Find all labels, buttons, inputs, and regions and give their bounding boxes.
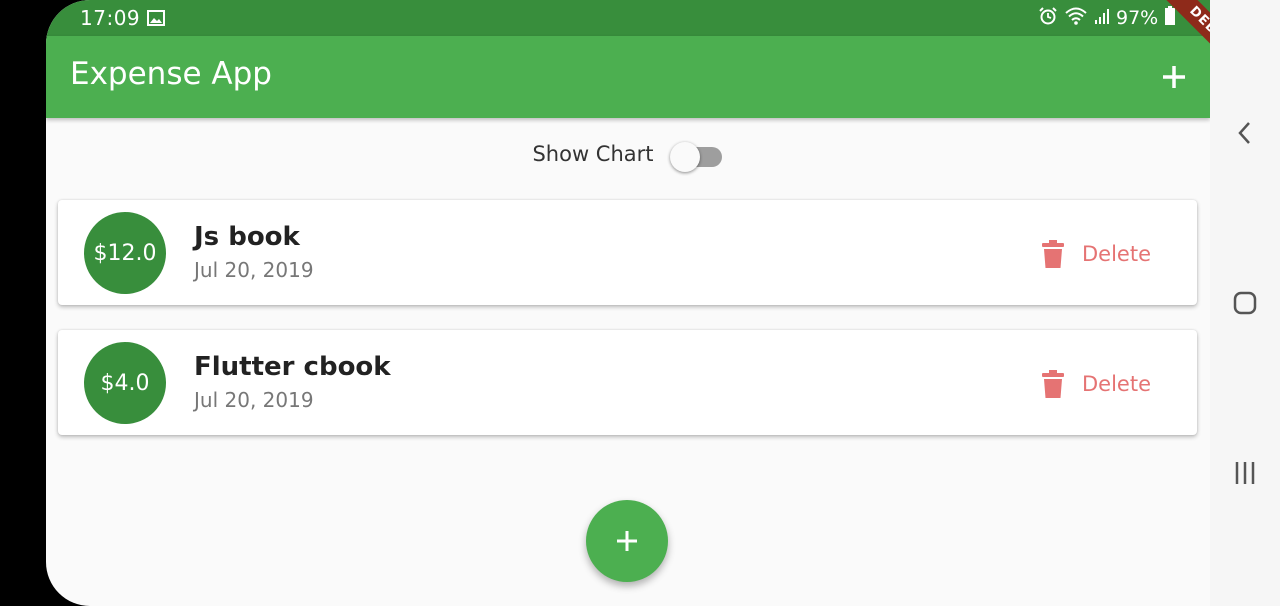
delete-label: Delete [1082,372,1151,396]
system-nav-bar [1210,0,1280,606]
amount-avatar: $4.0 [84,342,166,424]
show-chart-switch[interactable] [669,139,724,172]
show-chart-label: Show Chart [532,142,654,166]
transaction-card: $12.0 Js book Jul 20, 2019 Delete [58,200,1197,305]
gallery-icon [147,10,165,30]
delete-label: Delete [1082,242,1151,266]
recents-icon [1235,462,1255,484]
app-title: Expense App [70,56,272,92]
status-bar: 17:09 97% [46,0,1210,36]
app-screen: 17:09 97% Expense App DEBUG Show Chart $… [46,0,1210,606]
trash-icon [1042,240,1064,268]
switch-thumb [669,142,700,172]
back-button[interactable] [1231,119,1259,147]
transaction-card: $4.0 Flutter cbook Jul 20, 2019 Delete [58,330,1197,435]
show-chart-row: Show Chart [46,136,1210,172]
delete-button[interactable]: Delete [1042,368,1151,400]
plus-icon [1163,66,1185,88]
status-time: 17:09 [80,6,141,30]
alarm-icon [1038,6,1058,30]
recents-button[interactable] [1231,459,1259,487]
amount-text: $12.0 [93,240,157,266]
amount-avatar: $12.0 [84,212,166,294]
wifi-icon [1064,6,1088,30]
amount-text: $4.0 [100,370,150,396]
home-icon [1233,291,1257,315]
home-button[interactable] [1231,289,1259,317]
signal-icon [1094,7,1110,29]
delete-button[interactable]: Delete [1042,238,1151,270]
add-transaction-fab[interactable] [586,500,668,582]
transaction-title: Js book [194,222,300,252]
plus-icon [617,531,637,551]
transaction-date: Jul 20, 2019 [194,258,314,282]
status-icons: 97% [1038,6,1176,30]
battery-percentage: 97% [1116,7,1159,29]
app-bar: Expense App [46,36,1210,118]
back-icon [1238,122,1250,144]
trash-icon [1042,370,1064,398]
battery-icon [1164,6,1176,30]
transaction-date: Jul 20, 2019 [194,388,314,412]
transaction-title: Flutter cbook [194,352,391,382]
add-transaction-button[interactable] [1157,60,1191,94]
